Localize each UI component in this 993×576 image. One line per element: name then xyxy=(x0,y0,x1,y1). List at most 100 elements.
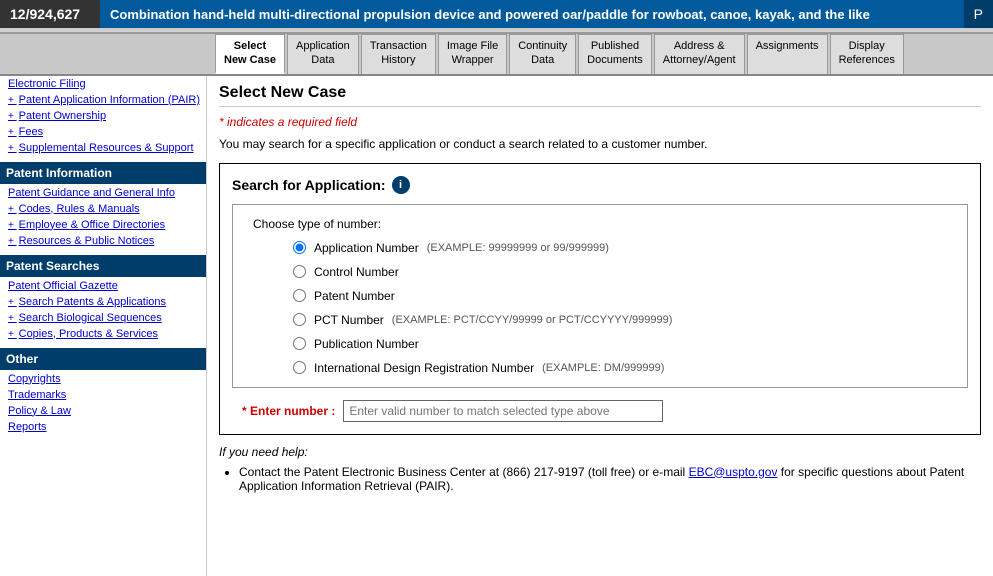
sidebar-header-patent-information: Patent Information xyxy=(0,162,206,184)
plus-icon-codes-rules: + xyxy=(8,204,17,215)
radio-option-patent-number[interactable]: Patent Number xyxy=(293,289,947,303)
help-title: If you need help: xyxy=(219,445,981,459)
sidebar-item-label-electronic-filing: Electronic Filing xyxy=(8,78,86,90)
tab-image-file-wrapper[interactable]: Image File Wrapper xyxy=(438,34,507,74)
tab-application-data[interactable]: Application Data xyxy=(287,34,359,74)
tab-assignments[interactable]: Assignments xyxy=(747,34,828,74)
sidebar-item-label-resources-notices: Resources & Public Notices xyxy=(19,235,155,247)
sidebar-item-label-fees: Fees xyxy=(19,126,43,138)
case-title: Combination hand-held multi-directional … xyxy=(100,0,963,28)
choose-type-label: Choose type of number: xyxy=(253,217,947,231)
info-icon[interactable]: i xyxy=(392,176,410,194)
sidebar-item-patent-ownership[interactable]: + Patent Ownership xyxy=(0,108,206,124)
sidebar-item-employee-directories[interactable]: + Employee & Office Directories xyxy=(0,217,206,233)
sidebar-item-label-patent-application-info: Patent Application Information (PAIR) xyxy=(19,94,200,106)
sidebar-item-label-policy-law: Policy & Law xyxy=(8,405,71,417)
sidebar: Electronic Filing + Patent Application In… xyxy=(0,76,207,576)
sidebar-item-codes-rules[interactable]: + Codes, Rules & Manuals xyxy=(0,201,206,217)
search-title: Search for Application: i xyxy=(232,176,968,194)
radio-label-publication-number: Publication Number xyxy=(314,337,419,351)
plus-icon-employee-directories: + xyxy=(8,220,17,231)
sidebar-item-electronic-filing[interactable]: Electronic Filing xyxy=(0,76,206,92)
enter-number-label: * Enter number : xyxy=(242,404,335,418)
tab-transaction-history[interactable]: Transaction History xyxy=(361,34,436,74)
plus-icon-patent-application-info: + xyxy=(8,95,17,106)
radio-label-application-number: Application Number xyxy=(314,241,419,255)
sidebar-item-label-search-biological: Search Biological Sequences xyxy=(19,312,162,324)
radio-label-patent-number: Patent Number xyxy=(314,289,395,303)
sidebar-item-patent-application-info[interactable]: + Patent Application Information (PAIR) xyxy=(0,92,206,108)
case-icon[interactable]: P xyxy=(963,0,993,28)
content-area: Select New Case * indicates a required f… xyxy=(207,76,993,576)
radio-example-international-design: (EXAMPLE: DM/999999) xyxy=(542,362,664,374)
sidebar-item-label-codes-rules: Codes, Rules & Manuals xyxy=(19,203,140,215)
sidebar-item-reports[interactable]: Reports xyxy=(0,419,206,435)
sidebar-header-patent-searches: Patent Searches xyxy=(0,255,206,277)
main-layout: Electronic Filing + Patent Application In… xyxy=(0,76,993,576)
sidebar-item-label-trademarks: Trademarks xyxy=(8,389,66,401)
info-text-content: You may search for a specific applicatio… xyxy=(219,137,707,151)
radio-international-design[interactable] xyxy=(293,361,306,374)
sidebar-item-patent-guidance[interactable]: Patent Guidance and General Info xyxy=(0,185,206,201)
sidebar-item-policy-law[interactable]: Policy & Law xyxy=(0,403,206,419)
radio-label-pct-number: PCT Number xyxy=(314,313,384,327)
enter-number-input[interactable] xyxy=(343,400,663,422)
plus-icon-copies-products: + xyxy=(8,329,17,340)
plus-icon-search-patents: + xyxy=(8,297,17,308)
radio-publication-number[interactable] xyxy=(293,337,306,350)
case-number: 12/924,627 xyxy=(0,0,100,28)
sidebar-item-copies-products[interactable]: + Copies, Products & Services xyxy=(0,326,206,342)
help-item: Contact the Patent Electronic Business C… xyxy=(239,465,981,493)
sidebar-item-label-supplemental-resources: Supplemental Resources & Support xyxy=(19,142,194,154)
help-link[interactable]: EBC@uspto.gov xyxy=(689,465,778,479)
radio-control-number[interactable] xyxy=(293,265,306,278)
radio-patent-number[interactable] xyxy=(293,289,306,302)
radio-option-pct-number[interactable]: PCT Number (EXAMPLE: PCT/CCYY/99999 or PC… xyxy=(293,313,947,327)
plus-icon-fees: + xyxy=(8,127,17,138)
top-bar: 12/924,627 Combination hand-held multi-d… xyxy=(0,0,993,29)
help-list: Contact the Patent Electronic Business C… xyxy=(219,465,981,493)
sidebar-item-supplemental-resources[interactable]: + Supplemental Resources & Support xyxy=(0,140,206,156)
sidebar-item-resources-notices[interactable]: + Resources & Public Notices xyxy=(0,233,206,249)
tab-bar-rendered: Select New CaseApplication DataTransacti… xyxy=(0,34,993,76)
sidebar-item-search-patents[interactable]: + Search Patents & Applications xyxy=(0,294,206,310)
plus-icon-patent-ownership: + xyxy=(8,111,17,122)
enter-number-row: * Enter number : xyxy=(232,400,968,422)
radio-option-control-number[interactable]: Control Number xyxy=(293,265,947,279)
help-section: If you need help: Contact the Patent Ele… xyxy=(219,445,981,493)
sidebar-item-label-employee-directories: Employee & Office Directories xyxy=(19,219,166,231)
radio-option-application-number[interactable]: Application Number (EXAMPLE: 99999999 or … xyxy=(293,241,947,255)
radio-option-international-design[interactable]: International Design Registration Number… xyxy=(293,361,947,375)
sidebar-item-label-reports: Reports xyxy=(8,421,47,433)
plus-icon-search-biological: + xyxy=(8,313,17,324)
sidebar-item-fees[interactable]: + Fees xyxy=(0,124,206,140)
sidebar-item-label-patent-ownership: Patent Ownership xyxy=(19,110,106,122)
radio-label-international-design: International Design Registration Number xyxy=(314,361,534,375)
tab-address-attorney[interactable]: Address & Attorney/Agent xyxy=(654,34,745,74)
info-text: You may search for a specific applicatio… xyxy=(219,137,981,151)
choose-type-box: Choose type of number: Application Numbe… xyxy=(232,204,968,388)
sidebar-header-other: Other xyxy=(0,348,206,370)
page-title: Select New Case xyxy=(219,84,981,107)
radio-application-number[interactable] xyxy=(293,241,306,254)
sidebar-item-label-copyrights: Copyrights xyxy=(8,373,61,385)
sidebar-item-trademarks[interactable]: Trademarks xyxy=(0,387,206,403)
sidebar-item-copyrights[interactable]: Copyrights xyxy=(0,371,206,387)
tab-select-new-case[interactable]: Select New Case xyxy=(215,34,285,74)
tab-published-documents[interactable]: Published Documents xyxy=(578,34,652,74)
required-note: * indicates a required field xyxy=(219,115,981,129)
tab-display-references[interactable]: Display References xyxy=(830,34,904,74)
tab-continuity-data[interactable]: Continuity Data xyxy=(509,34,576,74)
sidebar-item-label-patent-gazette: Patent Official Gazette xyxy=(8,280,118,292)
radio-option-publication-number[interactable]: Publication Number xyxy=(293,337,947,351)
search-section: Search for Application: i Choose type of… xyxy=(219,163,981,435)
sidebar-item-search-biological[interactable]: + Search Biological Sequences xyxy=(0,310,206,326)
radio-example-application-number: (EXAMPLE: 99999999 or 99/999999) xyxy=(427,242,609,254)
plus-icon-resources-notices: + xyxy=(8,236,17,247)
sidebar-item-label-search-patents: Search Patents & Applications xyxy=(19,296,166,308)
sidebar-item-label-copies-products: Copies, Products & Services xyxy=(19,328,158,340)
sidebar-item-patent-gazette[interactable]: Patent Official Gazette xyxy=(0,278,206,294)
plus-icon-supplemental-resources: + xyxy=(8,143,17,154)
radio-example-pct-number: (EXAMPLE: PCT/CCYY/99999 or PCT/CCYYYY/9… xyxy=(392,314,673,326)
radio-pct-number[interactable] xyxy=(293,313,306,326)
